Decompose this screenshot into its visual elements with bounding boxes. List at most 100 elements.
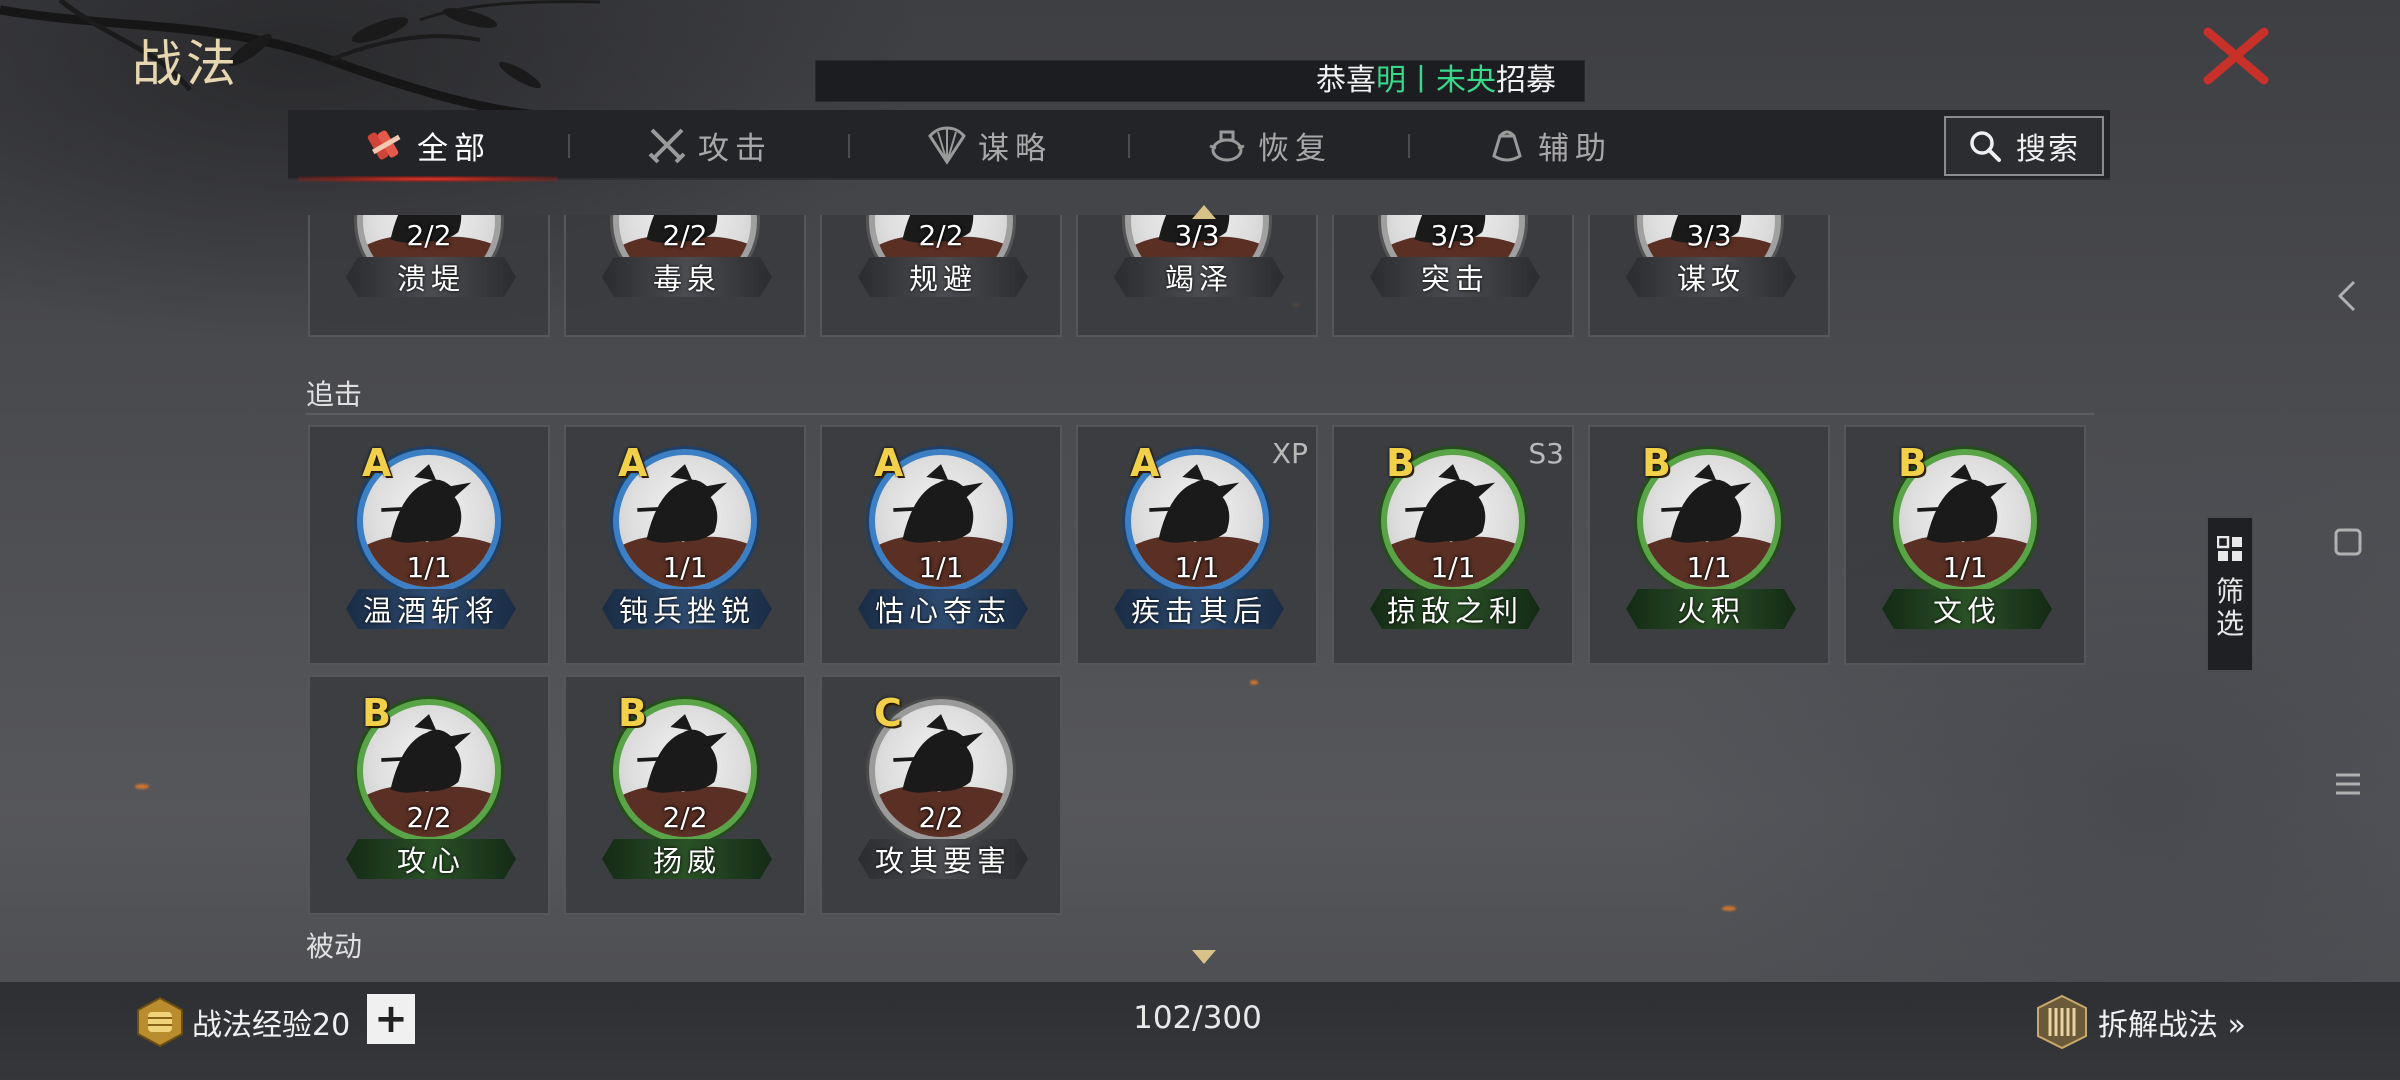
tactic-card[interactable]: 2/2 C 攻其要害 bbox=[820, 675, 1062, 915]
tab-attack[interactable]: 攻击 bbox=[570, 110, 848, 180]
tactic-exp-display: 战法经验20 bbox=[134, 994, 350, 1050]
tactic-card[interactable]: 2/2 规避 bbox=[820, 215, 1062, 337]
scroll-up-indicator bbox=[1192, 205, 1216, 219]
exp-label: 战法经验20 bbox=[192, 1008, 351, 1043]
tactics-scroll-area[interactable]: 追击 被动 2/2 溃堤 2/2 毒泉 2/2 规避 3/3 竭泽 3/3 突击 3/3 谋攻 1/1 A… bbox=[300, 215, 2100, 983]
back-chevron-icon[interactable] bbox=[2330, 278, 2366, 314]
tactic-count: 2/2 bbox=[662, 801, 708, 834]
tactic-count: 2/2 bbox=[406, 219, 452, 252]
tactic-name: 突击 bbox=[1370, 257, 1540, 297]
fan-icon bbox=[928, 126, 966, 165]
tactic-count: 2/2 bbox=[406, 801, 452, 834]
tactic-count: 2/2 bbox=[918, 801, 964, 834]
tactic-count: 2/2 bbox=[662, 219, 708, 252]
scroll-down-indicator bbox=[1192, 950, 1216, 964]
marquee-prefix: 恭喜 bbox=[1316, 63, 1376, 98]
marquee-name: 明 bbox=[1376, 63, 1406, 98]
tactic-name: 扬威 bbox=[602, 839, 772, 879]
medicine-pot-icon bbox=[1209, 130, 1245, 162]
tactic-name: 火积 bbox=[1626, 589, 1796, 629]
search-button[interactable]: 搜索 bbox=[1944, 116, 2104, 176]
tab-label: 恢复 bbox=[1258, 130, 1332, 167]
section-title-pursuit: 追击 bbox=[306, 378, 363, 411]
tab-all[interactable]: 全部 bbox=[288, 110, 568, 182]
tactic-grade: C bbox=[874, 691, 902, 735]
tactic-count: 2/2 bbox=[918, 219, 964, 252]
section-divider bbox=[306, 413, 2094, 415]
tactic-season-tag: XP bbox=[1271, 437, 1308, 470]
tactic-count: 1/1 bbox=[1686, 551, 1732, 584]
filter-button[interactable]: 筛 选 bbox=[2206, 516, 2254, 672]
tactic-name: 谋攻 bbox=[1626, 257, 1796, 297]
tactic-count: 1/1 bbox=[918, 551, 964, 584]
tactic-card[interactable]: 2/2 B 攻心 bbox=[308, 675, 550, 915]
ember-spark bbox=[135, 784, 149, 789]
home-square-icon[interactable] bbox=[2330, 524, 2366, 560]
tactic-name: 掠敌之利 bbox=[1370, 589, 1540, 629]
tactic-grade: B bbox=[618, 691, 647, 735]
tactic-count: 1/1 bbox=[1430, 551, 1476, 584]
tactic-name: 规避 bbox=[858, 257, 1028, 297]
search-icon bbox=[1970, 131, 2001, 162]
tactic-name: 竭泽 bbox=[1114, 257, 1284, 297]
tab-label: 全部 bbox=[417, 130, 491, 167]
close-icon[interactable] bbox=[2200, 26, 2272, 86]
tactic-card[interactable]: 1/1 B 火积 bbox=[1588, 425, 1830, 665]
search-label: 搜索 bbox=[2016, 132, 2080, 167]
tactic-name: 攻心 bbox=[346, 839, 516, 879]
announcement-marquee: 恭喜明丨未央招募 bbox=[815, 60, 1585, 102]
tab-label: 辅助 bbox=[1538, 130, 1612, 167]
fist-badge-icon bbox=[137, 996, 183, 1048]
marquee-suffix: 招募 bbox=[1496, 63, 1556, 98]
tactic-count: 3/3 bbox=[1430, 219, 1476, 252]
tactic-card[interactable]: 3/3 谋攻 bbox=[1588, 215, 1830, 337]
tactic-season-tag: S3 bbox=[1528, 437, 1564, 470]
tactic-count: 3/3 bbox=[1686, 219, 1732, 252]
tactic-count: 1/1 bbox=[1174, 551, 1220, 584]
tactic-name: 文伐 bbox=[1882, 589, 2052, 629]
tactic-count: 1/1 bbox=[1942, 551, 1988, 584]
tactic-name: 温酒斩将 bbox=[346, 589, 516, 629]
tactic-card[interactable]: 3/3 竭泽 bbox=[1076, 215, 1318, 337]
add-exp-button[interactable]: + bbox=[367, 994, 415, 1044]
tactic-grade: B bbox=[362, 691, 391, 735]
tactic-name: 毒泉 bbox=[602, 257, 772, 297]
tab-label: 谋略 bbox=[978, 130, 1052, 167]
tactic-card[interactable]: 2/2 毒泉 bbox=[564, 215, 806, 337]
tab-recovery[interactable]: 恢复 bbox=[1130, 110, 1408, 180]
crossed-swords-icon bbox=[648, 128, 686, 164]
tab-support[interactable]: 辅助 bbox=[1410, 110, 1688, 180]
page-title: 战法 bbox=[132, 35, 240, 93]
tactic-name: 溃堤 bbox=[346, 257, 516, 297]
tab-strategy[interactable]: 谋略 bbox=[850, 110, 1128, 180]
scroll-bundle-icon bbox=[367, 130, 401, 160]
tactic-grade: A bbox=[618, 441, 648, 485]
tactic-name: 疾击其后 bbox=[1114, 589, 1284, 629]
tactic-count: 1/1 bbox=[406, 551, 452, 584]
tactic-grade: B bbox=[1898, 441, 1927, 485]
tactic-card[interactable]: 1/1 A 温酒斩将 bbox=[308, 425, 550, 665]
tactic-card[interactable]: 1/1 B 文伐 bbox=[1844, 425, 2086, 665]
filter-label-2: 选 bbox=[2215, 607, 2244, 640]
tactic-count: 1/1 bbox=[662, 551, 708, 584]
tactic-card[interactable]: 2/2 B 扬威 bbox=[564, 675, 806, 915]
tactic-card[interactable]: 1/1 A XP 疾击其后 bbox=[1076, 425, 1318, 665]
menu-lines-icon[interactable] bbox=[2330, 766, 2366, 802]
tactic-name: 攻其要害 bbox=[858, 839, 1028, 879]
dismantle-tactics-button[interactable]: 拆解战法 » bbox=[2034, 994, 2246, 1050]
tactic-grade: B bbox=[1642, 441, 1671, 485]
tactic-grade: A bbox=[1130, 441, 1160, 485]
tactic-card[interactable]: 1/1 A 怙心夺志 bbox=[820, 425, 1062, 665]
category-tab-bar: 全部 攻击 谋略 恢复 辅助 bbox=[288, 110, 2110, 182]
tactic-card[interactable]: 2/2 溃堤 bbox=[308, 215, 550, 337]
marquee-separator: 丨 bbox=[1406, 63, 1436, 98]
tactic-card[interactable]: 1/1 B S3 掠敌之利 bbox=[1332, 425, 1574, 665]
tactic-card[interactable]: 3/3 突击 bbox=[1332, 215, 1574, 337]
dismantle-label: 拆解战法 » bbox=[2098, 1008, 2246, 1043]
tactic-grade: A bbox=[874, 441, 904, 485]
tactic-count: 3/3 bbox=[1174, 219, 1220, 252]
filter-label-1: 筛 bbox=[2215, 575, 2244, 608]
tactic-card[interactable]: 1/1 A 钝兵挫锐 bbox=[564, 425, 806, 665]
tab-label: 攻击 bbox=[698, 130, 772, 167]
pouch-icon bbox=[1492, 130, 1522, 162]
